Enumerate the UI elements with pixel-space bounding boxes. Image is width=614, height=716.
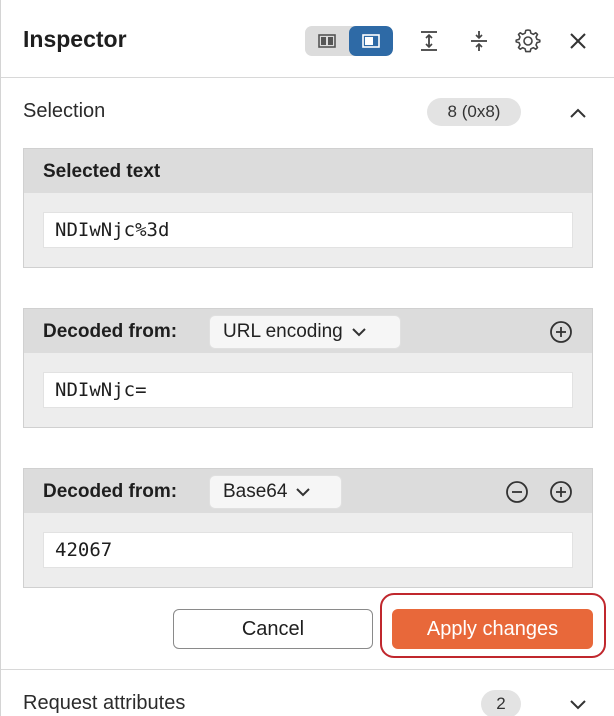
settings-button[interactable]	[511, 24, 545, 58]
request-attributes-count-badge: 2	[481, 690, 521, 716]
request-attributes-label[interactable]: Request attributes	[23, 692, 185, 715]
expand-all-icon	[421, 31, 437, 51]
decode-url-encoding-label: URL encoding	[223, 321, 343, 342]
request-attributes-expand-button[interactable]	[561, 688, 595, 716]
plus-circle-icon	[550, 321, 572, 343]
decode-base64-remove-button[interactable]	[504, 479, 530, 505]
chevron-up-icon	[570, 108, 586, 118]
layout-vertical-button[interactable]	[349, 26, 393, 56]
selection-label: Selection	[23, 100, 106, 122]
close-icon	[570, 33, 586, 49]
decode-base64-title: Decoded from:	[43, 481, 178, 502]
layout-toggle[interactable]	[305, 26, 393, 56]
decode-url-card: Decoded from: URL encoding NDIwNjc=	[23, 308, 593, 428]
decode-base64-add-button[interactable]	[548, 479, 574, 505]
decode-base64-header: Decoded from: Base64	[24, 469, 592, 513]
chevron-down-icon	[570, 700, 586, 710]
decode-url-field[interactable]: NDIwNjc=	[43, 372, 573, 408]
cancel-button[interactable]: Cancel	[173, 609, 373, 649]
plus-circle-icon	[550, 481, 572, 503]
layout-vertical-icon	[362, 34, 380, 48]
inspector-panel: Inspector Selection 8 (0x8) Selected tex…	[0, 0, 614, 716]
decode-base64-field[interactable]: 42067	[43, 532, 573, 568]
selection-length-badge: 8 (0x8)	[427, 98, 521, 126]
decode-base64-encoding-dropdown[interactable]: Base64	[209, 475, 342, 509]
decode-base64-card: Decoded from: Base64 42067	[23, 468, 593, 588]
section-divider	[1, 669, 614, 670]
selection-collapse-button[interactable]	[561, 96, 595, 130]
decode-url-header: Decoded from: URL encoding	[24, 309, 592, 353]
gear-icon	[515, 29, 541, 53]
selected-text-title: Selected text	[43, 161, 161, 182]
selected-text-field[interactable]: NDIwNjc%3d	[43, 212, 573, 248]
close-button[interactable]	[561, 24, 595, 58]
minus-circle-icon	[506, 481, 528, 503]
decode-url-title: Decoded from:	[43, 321, 178, 342]
layout-horizontal-icon	[318, 34, 336, 48]
inspector-header: Inspector	[1, 0, 614, 78]
apply-changes-button[interactable]: Apply changes	[392, 609, 593, 649]
decode-url-add-button[interactable]	[548, 319, 574, 345]
chevron-down-icon	[295, 487, 311, 497]
selected-text-card: Selected text NDIwNjc%3d	[23, 148, 593, 268]
decode-url-encoding-dropdown[interactable]: URL encoding	[209, 315, 401, 349]
panel-title: Inspector	[23, 26, 127, 52]
expand-all-button[interactable]	[412, 24, 446, 58]
collapse-all-icon	[471, 31, 487, 51]
collapse-all-button[interactable]	[462, 24, 496, 58]
decode-base64-encoding-label: Base64	[223, 481, 288, 502]
chevron-down-icon	[351, 327, 367, 337]
layout-horizontal-button[interactable]	[305, 26, 349, 56]
selected-text-header: Selected text	[24, 149, 592, 193]
